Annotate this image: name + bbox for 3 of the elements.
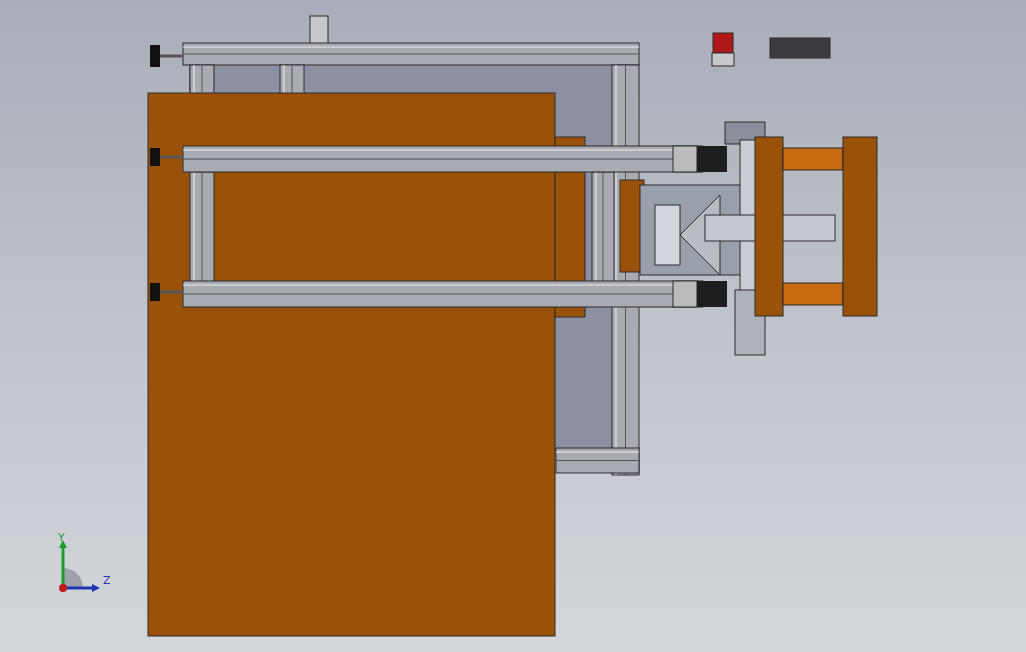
axis-label: Z (103, 575, 111, 587)
axis-label: Y (58, 532, 65, 544)
model-viewport[interactable]: Y Z (0, 0, 1026, 652)
